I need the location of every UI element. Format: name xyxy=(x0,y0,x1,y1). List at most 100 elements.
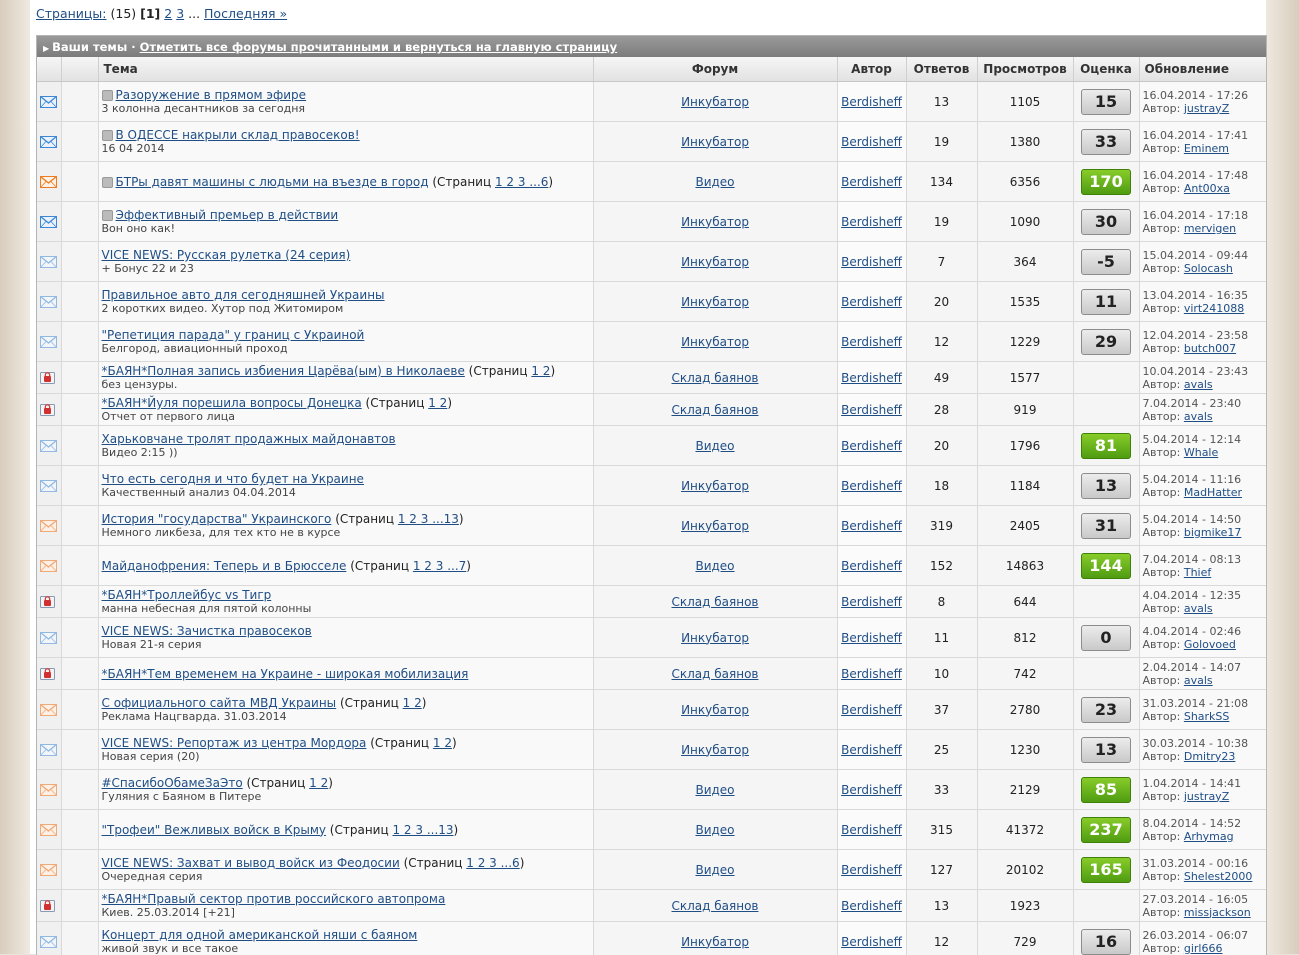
envelope-new-icon[interactable] xyxy=(40,216,57,228)
last-author-link[interactable]: girl666 xyxy=(1184,942,1223,955)
author-link[interactable]: Berdisheff xyxy=(841,823,902,837)
forum-link[interactable]: Видео xyxy=(695,823,734,837)
header-forum[interactable]: Форум xyxy=(593,57,837,82)
last-author-link[interactable]: Whale xyxy=(1184,446,1218,459)
topic-title-link[interactable]: "Репетиция парада" у границ с Украиной xyxy=(102,328,365,342)
last-author-link[interactable]: avals xyxy=(1184,602,1213,615)
locked-topic-icon[interactable] xyxy=(40,900,57,912)
envelope-icon[interactable] xyxy=(40,256,57,268)
topic-title-link[interactable]: *БАЯН*Йуля порешила вопросы Донецка xyxy=(102,396,362,410)
forum-link[interactable]: Склад баянов xyxy=(672,667,759,681)
last-author-link[interactable]: MadHatter xyxy=(1184,486,1242,499)
author-link[interactable]: Berdisheff xyxy=(841,403,902,417)
topic-title-link[interactable]: С официального сайта МВД Украины xyxy=(102,696,337,710)
pagination-page-3[interactable]: 3 xyxy=(176,6,184,21)
last-author-link[interactable]: Solocash xyxy=(1184,262,1233,275)
topic-title-link[interactable]: Разоружение в прямом эфире xyxy=(116,88,307,102)
topic-pages-link[interactable]: 1 2 xyxy=(433,736,452,750)
topic-title-link[interactable]: *БАЯН*Полная запись избиения Царёва(ым) … xyxy=(102,364,465,378)
locked-topic-icon[interactable] xyxy=(40,596,57,608)
locked-topic-icon[interactable] xyxy=(40,668,57,680)
last-author-link[interactable]: Shelest2000 xyxy=(1184,870,1253,883)
last-author-link[interactable]: Dmitry23 xyxy=(1184,750,1236,763)
last-author-link[interactable]: missjackson xyxy=(1184,906,1251,919)
envelope-new-icon[interactable] xyxy=(40,136,57,148)
last-author-link[interactable]: SharkSS xyxy=(1184,710,1230,723)
envelope-hot-icon[interactable] xyxy=(40,560,57,572)
author-link[interactable]: Berdisheff xyxy=(841,479,902,493)
pagination-last[interactable]: Последняя » xyxy=(204,6,287,21)
author-link[interactable]: Berdisheff xyxy=(841,559,902,573)
forum-link[interactable]: Инкубатор xyxy=(681,703,749,717)
forum-link[interactable]: Инкубатор xyxy=(681,935,749,949)
locked-topic-icon[interactable] xyxy=(40,372,57,384)
forum-link[interactable]: Инкубатор xyxy=(681,335,749,349)
envelope-hot-icon[interactable] xyxy=(40,704,57,716)
topic-pages-link[interactable]: 1 2 3 ...6 xyxy=(466,856,519,870)
last-author-link[interactable]: mervigen xyxy=(1184,222,1236,235)
topic-title-link[interactable]: "Трофеи" Вежливых войск в Крыму xyxy=(102,823,326,837)
forum-link[interactable]: Инкубатор xyxy=(681,479,749,493)
envelope-icon[interactable] xyxy=(40,744,57,756)
mark-all-read-link[interactable]: Отметить все форумы прочитанными и верну… xyxy=(140,40,618,54)
author-link[interactable]: Berdisheff xyxy=(841,135,902,149)
envelope-hot-icon[interactable] xyxy=(40,824,57,836)
last-author-link[interactable]: Golovoed xyxy=(1184,638,1236,651)
envelope-icon[interactable] xyxy=(40,480,57,492)
header-author[interactable]: Автор xyxy=(837,57,906,82)
topic-pages-link[interactable]: 1 2 xyxy=(309,776,328,790)
topic-pages-link[interactable]: 1 2 3 ...7 xyxy=(413,559,466,573)
forum-link[interactable]: Видео xyxy=(695,559,734,573)
topic-title-link[interactable]: #СпасибоОбамеЗаЭто xyxy=(102,776,243,790)
last-author-link[interactable]: Arhymag xyxy=(1184,830,1234,843)
forum-link[interactable]: Видео xyxy=(695,439,734,453)
topic-pages-link[interactable]: 1 2 xyxy=(428,396,447,410)
last-author-link[interactable]: Thief xyxy=(1184,566,1211,579)
author-link[interactable]: Berdisheff xyxy=(841,863,902,877)
topic-pages-link[interactable]: 1 2 3 ...6 xyxy=(495,175,548,189)
author-link[interactable]: Berdisheff xyxy=(841,95,902,109)
author-link[interactable]: Berdisheff xyxy=(841,595,902,609)
forum-link[interactable]: Инкубатор xyxy=(681,519,749,533)
author-link[interactable]: Berdisheff xyxy=(841,667,902,681)
forum-link[interactable]: Склад баянов xyxy=(672,403,759,417)
topic-title-link[interactable]: История "государства" Украинского xyxy=(102,512,332,526)
topic-title-link[interactable]: Харьковчане тролят продажных майдонавтов xyxy=(102,432,396,446)
envelope-hot-icon[interactable] xyxy=(40,864,57,876)
last-author-link[interactable]: butch007 xyxy=(1184,342,1236,355)
header-replies[interactable]: Ответов xyxy=(906,57,977,82)
last-author-link[interactable]: justrayZ xyxy=(1184,102,1229,115)
author-link[interactable]: Berdisheff xyxy=(841,519,902,533)
topic-title-link[interactable]: *БАЯН*Тем временем на Украине - широкая … xyxy=(102,667,469,681)
topic-pages-link[interactable]: 1 2 3 ...13 xyxy=(398,512,459,526)
last-author-link[interactable]: virt241088 xyxy=(1184,302,1244,315)
topic-title-link[interactable]: *БАЯН*Троллейбус vs Тигр xyxy=(102,588,272,602)
last-author-link[interactable]: justrayZ xyxy=(1184,790,1229,803)
author-link[interactable]: Berdisheff xyxy=(841,783,902,797)
topic-title-link[interactable]: Концерт для одной американской няши с ба… xyxy=(102,928,418,942)
last-author-link[interactable]: Eminem xyxy=(1184,142,1229,155)
forum-link[interactable]: Инкубатор xyxy=(681,215,749,229)
topic-title-link[interactable]: Майданофрения: Теперь и в Брюсселе xyxy=(102,559,347,573)
topic-pages-link[interactable]: 1 2 3 ...13 xyxy=(392,823,453,837)
author-link[interactable]: Berdisheff xyxy=(841,439,902,453)
pagination-label-link[interactable]: Страницы: xyxy=(36,6,107,21)
envelope-new-icon[interactable] xyxy=(40,96,57,108)
author-link[interactable]: Berdisheff xyxy=(841,371,902,385)
author-link[interactable]: Berdisheff xyxy=(841,295,902,309)
topic-title-link[interactable]: Правильное авто для сегодняшней Украины xyxy=(102,288,385,302)
envelope-icon[interactable] xyxy=(40,336,57,348)
topic-pages-link[interactable]: 1 2 xyxy=(531,364,550,378)
forum-link[interactable]: Видео xyxy=(695,175,734,189)
topic-title-link[interactable]: БТРы давят машины с людьми на въезде в г… xyxy=(116,175,429,189)
header-topic[interactable]: Тема xyxy=(98,57,593,82)
header-updated[interactable]: Обновление xyxy=(1139,57,1266,82)
forum-link[interactable]: Склад баянов xyxy=(672,899,759,913)
forum-link[interactable]: Инкубатор xyxy=(681,255,749,269)
forum-link[interactable]: Инкубатор xyxy=(681,135,749,149)
last-author-link[interactable]: avals xyxy=(1184,378,1213,391)
last-author-link[interactable]: avals xyxy=(1184,674,1213,687)
envelope-hot-icon[interactable] xyxy=(40,784,57,796)
topic-title-link[interactable]: VICE NEWS: Русская рулетка (24 серия) xyxy=(102,248,351,262)
envelope-hot-new-icon[interactable] xyxy=(40,176,57,188)
